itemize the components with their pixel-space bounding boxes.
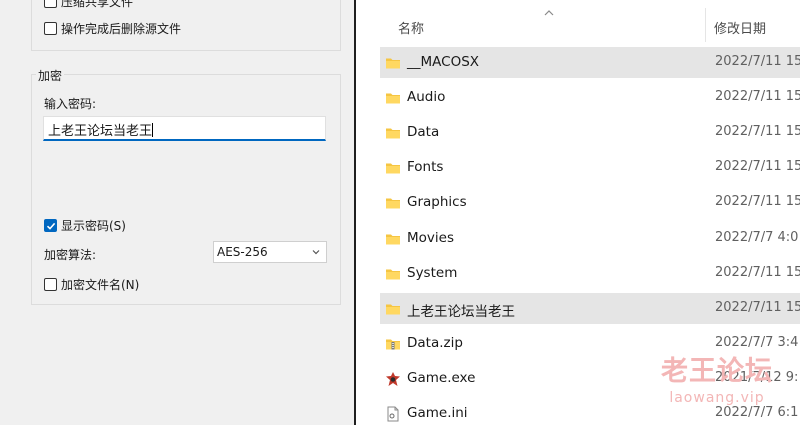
file-row[interactable]: Graphics 2022/7/11 15 <box>380 187 800 218</box>
file-row[interactable]: Movies 2022/7/7 4:0 <box>380 223 800 254</box>
file-name: Data.zip <box>407 334 463 351</box>
delete-source-checkbox[interactable]: 操作完成后删除源文件 <box>44 20 181 37</box>
file-modified-date: 2022/7/11 15 <box>715 264 800 280</box>
file-modified-date: 2022/7/11 15 <box>715 159 800 175</box>
folder-icon <box>385 301 401 317</box>
encryption-method-value: AES-256 <box>217 245 268 259</box>
text-caret <box>152 123 154 137</box>
folder-icon <box>385 125 401 141</box>
file-modified-date: 2022/7/11 15 <box>715 299 800 315</box>
compress-shared-label: 压缩共享文件 <box>61 0 134 9</box>
sort-ascending-icon <box>543 6 555 20</box>
file-row[interactable]: Game.exe 2021/7/12 9: <box>380 363 800 394</box>
file-row[interactable]: Audio 2022/7/11 15 <box>380 82 800 113</box>
delete-source-label: 操作完成后删除源文件 <box>61 22 182 36</box>
folder-icon <box>385 195 401 211</box>
ini-file-icon <box>385 406 401 422</box>
folder-icon <box>385 160 401 176</box>
file-row[interactable]: Data.zip 2022/7/7 3:4 <box>380 328 800 359</box>
file-modified-date: 2022/7/7 4:0 <box>715 229 799 245</box>
file-modified-date: 2022/7/11 15 <box>715 124 800 140</box>
file-modified-date: 2022/7/7 3:4 <box>715 334 799 350</box>
file-modified-date: 2022/7/11 15 <box>715 54 800 69</box>
zip-folder-icon <box>385 336 401 352</box>
compress-shared-checkbox[interactable]: 压缩共享文件 <box>44 0 133 10</box>
file-modified-date: 2022/7/7 6:1 <box>715 405 799 420</box>
column-header-name[interactable]: 名称 <box>398 18 424 37</box>
file-name: Game.ini <box>407 405 468 421</box>
file-name: __MACOSX <box>407 54 480 70</box>
file-row[interactable]: System 2022/7/11 15 <box>380 258 800 289</box>
file-name: Game.exe <box>407 369 476 386</box>
file-modified-date: 2022/7/11 15 <box>715 194 800 210</box>
file-row[interactable]: __MACOSX 2022/7/11 15 <box>380 47 800 78</box>
folder-icon <box>385 266 401 282</box>
show-password-checkbox[interactable]: 显示密码(S) <box>44 217 126 234</box>
checkmark-icon <box>44 219 57 232</box>
file-name: System <box>407 264 458 281</box>
column-header-date[interactable]: 修改日期 <box>714 18 766 37</box>
file-name: 上老王论坛当老王 <box>407 303 515 320</box>
encrypt-names-checkbox[interactable]: 加密文件名(N) <box>44 276 139 293</box>
file-row[interactable]: Fonts 2022/7/11 15 <box>380 152 800 183</box>
file-name: Movies <box>407 229 454 246</box>
password-input[interactable]: 上老王论坛当老王 <box>43 116 326 141</box>
folder-icon <box>385 231 401 247</box>
encryption-group-title: 加密 <box>36 67 65 84</box>
encryption-method-select[interactable]: AES-256 <box>213 241 327 263</box>
chevron-down-icon <box>311 246 321 260</box>
show-password-label: 显示密码(S) <box>61 219 126 233</box>
encrypt-names-label: 加密文件名(N) <box>61 278 140 292</box>
file-name: Audio <box>407 89 446 106</box>
column-separator[interactable] <box>705 8 706 42</box>
file-row[interactable]: 上老王论坛当老王 2022/7/11 15 <box>380 292 800 324</box>
file-modified-date: 2022/7/11 15 <box>715 89 800 105</box>
game-exe-icon <box>385 371 401 387</box>
folder-icon <box>385 55 401 71</box>
password-label: 输入密码: <box>44 97 97 111</box>
checkbox-box <box>44 278 57 291</box>
checkbox-box <box>44 0 57 8</box>
password-value: 上老王论坛当老王 <box>48 124 153 139</box>
file-row[interactable]: Game.ini 2022/7/7 6:1 <box>380 398 800 429</box>
method-label: 加密算法: <box>44 248 97 262</box>
checkbox-box <box>44 22 57 35</box>
file-name: Graphics <box>407 194 467 211</box>
file-modified-date: 2021/7/12 9: <box>715 369 799 385</box>
file-row[interactable]: Data 2022/7/11 15 <box>380 117 800 148</box>
file-name: Fonts <box>407 159 444 176</box>
file-name: Data <box>407 124 440 141</box>
archive-options-panel: 压缩共享文件 操作完成后删除源文件 加密 输入密码: 上老王论坛当老王 显示密码… <box>0 0 354 425</box>
folder-icon <box>385 90 401 106</box>
